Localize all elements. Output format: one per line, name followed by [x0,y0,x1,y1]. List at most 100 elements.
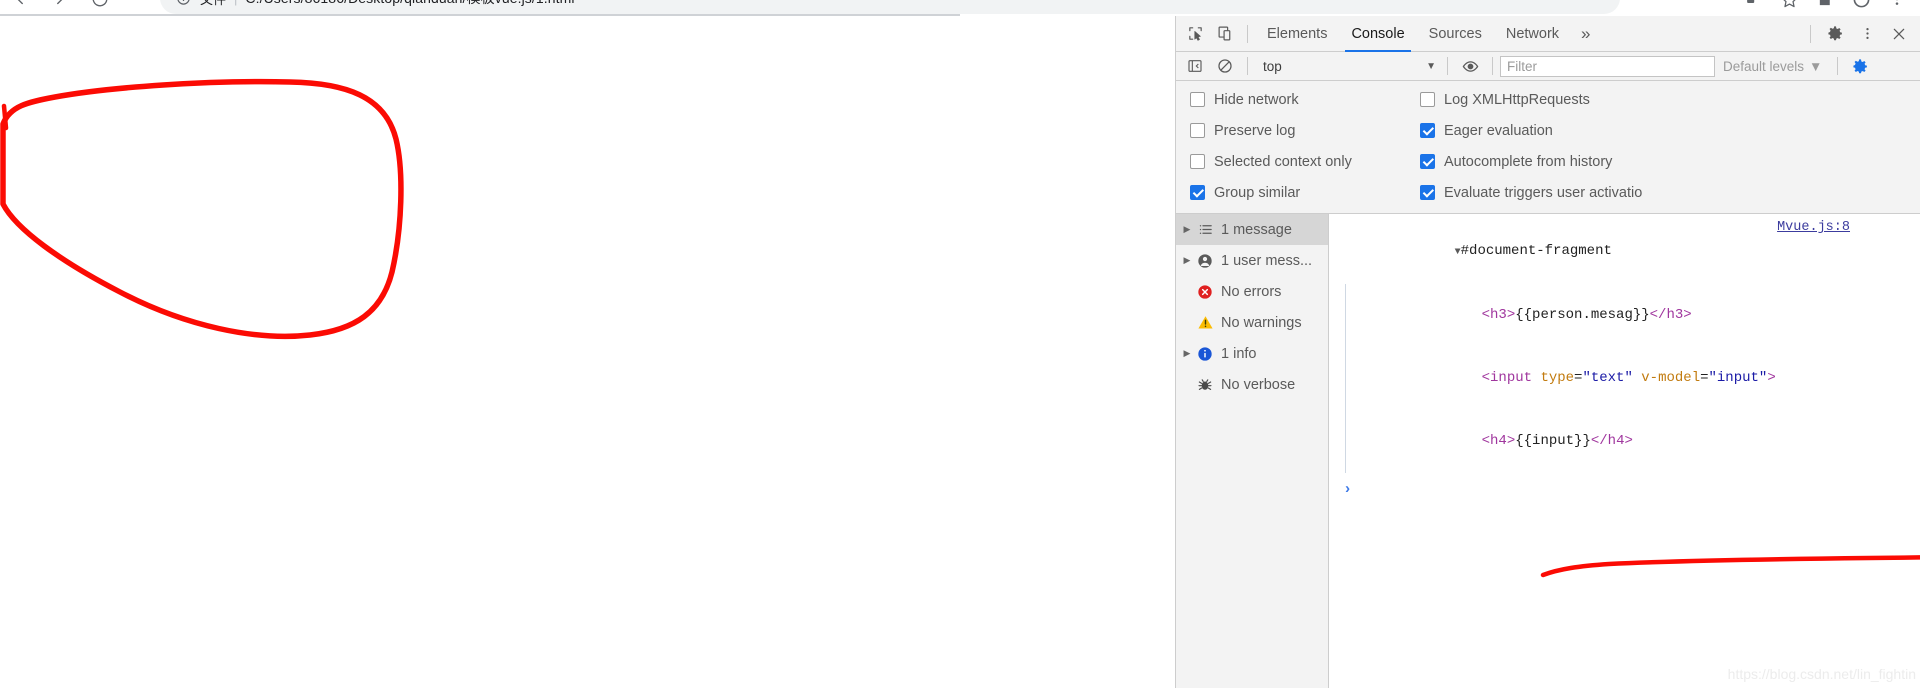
pref-hide-network-label: Hide network [1214,91,1299,108]
code-line-input: <input type="text" v-model="input"> [1364,347,1920,410]
checkbox-autocomplete-from-history[interactable] [1420,154,1435,169]
red-circle-annotation [0,78,404,340]
browser-toolbar-right [1736,0,1914,16]
tab-network[interactable]: Network [1494,16,1571,52]
code-token: <h3> [1481,307,1516,323]
console-message-header[interactable]: ▼#document-fragment Mvue.js:8 [1329,220,1920,284]
console-prompt[interactable]: › [1329,473,1920,499]
expand-triangle-icon[interactable]: ▶ [1180,224,1194,235]
code-token: </h4> [1590,433,1633,449]
console-filter-bar: top ▼ Default levels ▼ [1176,52,1920,81]
checkbox-preserve-log[interactable] [1190,123,1205,138]
document-fragment-row[interactable]: ▼#document-fragment [1337,220,1612,284]
code-token: </h3> [1649,307,1692,323]
chevron-down-icon: ▼ [1426,60,1436,72]
devtools-tabbar: Elements Console Sources Network » [1176,16,1920,52]
checkbox-selected-context-only[interactable] [1190,154,1205,169]
screen: 文件 | C:/Users/86186/Desktop/qianduan/模板v… [0,0,1920,688]
info-circle-icon[interactable] [172,0,194,9]
error-circle-icon [1194,284,1216,300]
checkbox-hide-network[interactable] [1190,92,1205,107]
sidebar-item-warnings[interactable]: No warnings [1176,307,1328,338]
live-expression-icon[interactable] [1455,52,1485,80]
pref-log-xmlhttprequests[interactable]: Log XMLHttpRequests [1420,87,1920,112]
execution-context-select[interactable]: top ▼ [1255,55,1440,77]
console-message[interactable]: ▼#document-fragment Mvue.js:8 <h3>{{pers… [1329,214,1920,473]
tab-sources-label: Sources [1428,25,1482,42]
sidebar-item-user-messages[interactable]: ▶ 1 user mess... [1176,245,1328,276]
clear-console-icon[interactable] [1210,52,1240,80]
console-settings-gear-icon[interactable] [1845,52,1875,80]
code-token: {{input}} [1515,433,1591,449]
inspect-element-icon[interactable] [1180,20,1210,48]
console-filter-input[interactable] [1500,55,1715,77]
devtools-toolbar-actions [1803,20,1916,48]
profile-avatar-icon[interactable] [1844,0,1878,16]
pref-evaluate-triggers-user-activation-label: Evaluate triggers user activatio [1444,184,1643,201]
filterbar-divider-1 [1247,57,1248,75]
execution-context-value: top [1263,58,1282,74]
code-token: "text" [1582,370,1633,386]
checkbox-evaluate-triggers-user-activation[interactable] [1420,185,1435,200]
sidebar-item-info[interactable]: ▶ 1 info [1176,338,1328,369]
document-fragment-children: <h3>{{person.mesag}}</h3> <input type = "t… [1345,284,1920,473]
share-icon[interactable] [1736,0,1770,16]
checkbox-log-xmlhttprequests[interactable] [1420,92,1435,107]
sidebar-item-messages-label: 1 message [1221,221,1292,238]
user-circle-icon [1194,253,1216,269]
pref-selected-context-only-label: Selected context only [1214,153,1352,170]
pref-selected-context-only[interactable]: Selected context only [1190,149,1420,174]
pref-hide-network[interactable]: Hide network [1190,87,1420,112]
log-levels-select[interactable]: Default levels ▼ [1715,55,1830,77]
expand-triangle-icon[interactable]: ▶ [1180,255,1194,266]
browser-chrome: 文件 | C:/Users/86186/Desktop/qianduan/模板v… [0,0,1920,16]
code-token: "input" [1708,370,1768,386]
prompt-chevron-icon: › [1343,480,1353,498]
checkbox-group-similar[interactable] [1190,185,1205,200]
pref-preserve-log[interactable]: Preserve log [1190,118,1420,143]
bug-icon [1194,377,1216,393]
device-toggle-icon[interactable] [1210,20,1240,48]
pref-autocomplete-from-history[interactable]: Autocomplete from history [1420,149,1920,174]
more-tabs-button[interactable]: » [1571,16,1600,52]
toolbar-divider [1247,24,1248,43]
watermark-text: https://blog.csdn.net/lin_fightin [1727,666,1916,682]
tab-sources[interactable]: Sources [1417,16,1494,52]
tab-console[interactable]: Console [1339,16,1416,52]
pref-evaluate-triggers-user-activation[interactable]: Evaluate triggers user activatio [1420,180,1920,205]
more-menu-icon[interactable] [1880,0,1914,16]
code-line-h3: <h3>{{person.mesag}}</h3> [1364,284,1920,347]
toolbar-divider-right [1810,24,1811,43]
address-bar-separator: | [234,0,237,6]
pref-autocomplete-from-history-label: Autocomplete from history [1444,153,1613,170]
address-bar-file-label: 文件 [200,0,226,8]
pref-eager-evaluation-label: Eager evaluation [1444,122,1553,139]
sidebar-item-user-messages-label: 1 user mess... [1221,252,1313,269]
checkbox-eager-evaluation[interactable] [1420,123,1435,138]
console-settings-pane: Hide network Log XMLHttpRequests Preserv… [1176,81,1920,214]
warning-triangle-icon [1194,314,1216,331]
more-vertical-icon[interactable] [1852,20,1882,48]
sidebar-item-errors[interactable]: No errors [1176,276,1328,307]
expand-triangle-icon[interactable]: ▶ [1180,348,1194,359]
source-link[interactable]: Mvue.js:8 [1777,220,1850,235]
gear-icon[interactable] [1820,20,1850,48]
pref-eager-evaluation[interactable]: Eager evaluation [1420,118,1920,143]
sidebar-item-warnings-label: No warnings [1221,314,1302,331]
sidebar-item-messages[interactable]: ▶ 1 message [1176,214,1328,245]
tab-elements[interactable]: Elements [1255,16,1339,52]
pref-group-similar[interactable]: Group similar [1190,180,1420,205]
show-console-sidebar-icon[interactable] [1180,52,1210,80]
filterbar-divider-4 [1837,57,1839,75]
code-token: > [1767,370,1776,386]
bookmark-star-icon[interactable] [1772,0,1806,16]
pref-log-xmlhttprequests-label: Log XMLHttpRequests [1444,91,1590,108]
sidebar-item-verbose[interactable]: No verbose [1176,369,1328,400]
console-output[interactable]: ▼#document-fragment Mvue.js:8 <h3>{{pers… [1329,214,1920,688]
extension-puzzle-icon[interactable] [1808,0,1842,16]
close-icon[interactable] [1884,20,1914,48]
address-bar[interactable]: 文件 | C:/Users/86186/Desktop/qianduan/模板v… [160,0,1620,14]
filterbar-divider-2 [1447,57,1448,75]
page-viewport [0,16,1175,688]
address-bar-url: C:/Users/86186/Desktop/qianduan/模板vue.js… [245,0,574,8]
